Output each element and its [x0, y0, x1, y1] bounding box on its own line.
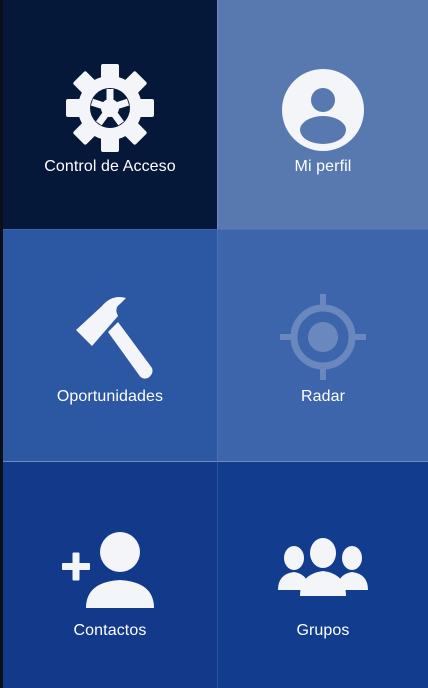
group-icon — [278, 538, 368, 596]
tile-control-de-acceso[interactable]: Control de Acceso — [3, 0, 217, 229]
tile-oportunidades[interactable]: Oportunidades — [3, 229, 217, 461]
menu-grid: Control de Acceso Mi perfil Oportunidade… — [3, 0, 428, 688]
tile-label: Control de Acceso — [44, 158, 176, 175]
add-user-icon — [62, 532, 154, 608]
user-circle-icon — [282, 69, 364, 151]
tile-grupos[interactable]: Grupos — [217, 461, 428, 688]
tile-contactos[interactable]: Contactos — [3, 461, 217, 688]
tile-label: Radar — [300, 388, 346, 405]
tile-label: Oportunidades — [56, 388, 164, 405]
tile-label: Contactos — [73, 622, 147, 639]
tile-label: Mi perfil — [294, 158, 352, 175]
hammer-icon — [76, 297, 153, 379]
gear-icon — [66, 64, 154, 152]
tile-radar[interactable]: Radar — [217, 229, 428, 461]
tile-label: Grupos — [296, 622, 350, 639]
app-screen: Control de Acceso Mi perfil Oportunidade… — [3, 0, 428, 688]
crosshair-icon — [280, 294, 366, 380]
tile-mi-perfil[interactable]: Mi perfil — [217, 0, 428, 229]
